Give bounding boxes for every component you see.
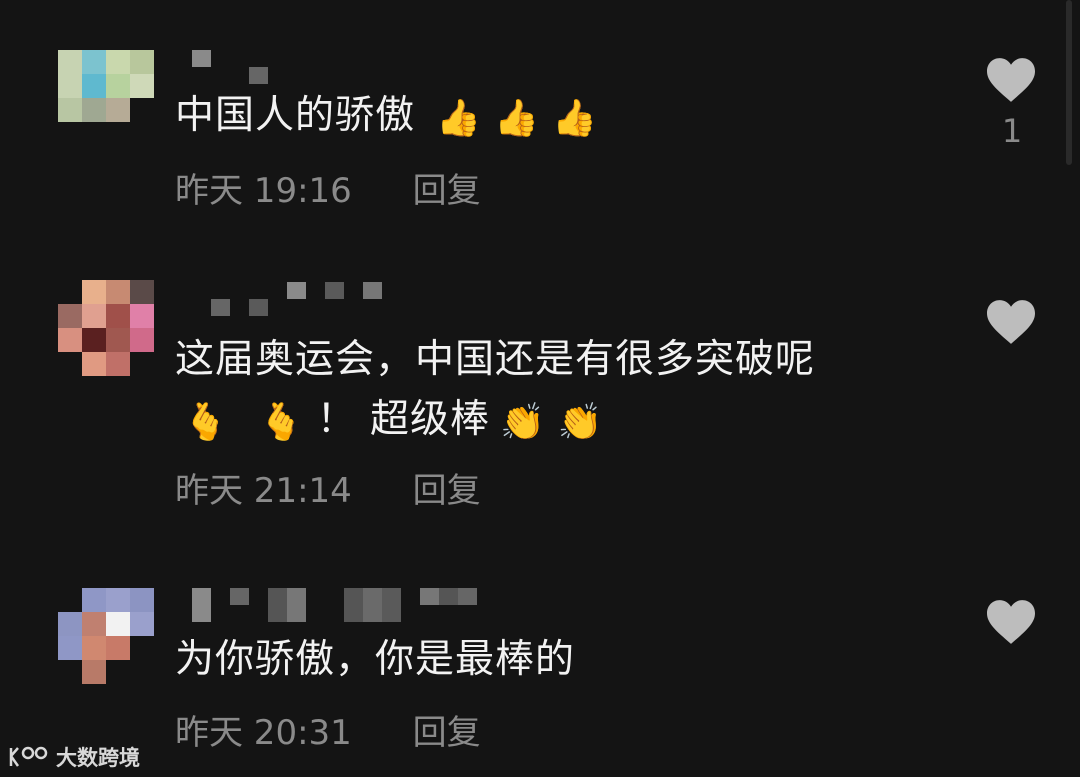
- finger-heart-emoji: 🫰: [258, 402, 305, 443]
- comment-time: 昨天 21:14: [175, 471, 352, 511]
- avatar[interactable]: [58, 588, 154, 684]
- thumbs-up-emoji: 👍: [552, 98, 598, 139]
- comment-meta: 昨天 20:31 回复: [175, 705, 481, 754]
- comment-text-line1: 这届奥运会，中国还是有很多突破呢: [175, 337, 816, 382]
- finger-heart-emoji: 🫰: [183, 402, 229, 443]
- watermark: 大数跨境: [8, 740, 140, 774]
- clapping-emoji: 👏: [500, 402, 546, 443]
- brand-logo-icon: [9, 746, 48, 767]
- comment-time: 昨天 20:31: [175, 713, 352, 753]
- reply-button[interactable]: 回复: [413, 713, 481, 753]
- thumbs-up-emoji: 👍: [436, 98, 483, 139]
- comment-text-body: 中国人的骄傲: [175, 93, 416, 138]
- comment-text-line2: ！ 超级棒: [316, 397, 491, 442]
- comment-meta: 昨天 19:16 回复: [175, 163, 481, 212]
- comment-text-body: 为你骄傲，你是最棒的: [175, 637, 576, 682]
- comment-text: 中国人的骄傲 👍 👍 👍: [175, 86, 955, 149]
- username[interactable]: [192, 588, 477, 622]
- comment-text: 为你骄傲，你是最棒的: [175, 630, 955, 690]
- thumbs-up-emoji: 👍: [494, 98, 541, 139]
- scrollbar[interactable]: [1066, 0, 1072, 165]
- heart-icon[interactable]: [984, 298, 1038, 346]
- heart-icon[interactable]: [984, 598, 1038, 646]
- like-count: 1: [1001, 112, 1023, 150]
- username[interactable]: [192, 282, 382, 316]
- avatar[interactable]: [58, 50, 154, 146]
- comment-time: 昨天 19:16: [175, 171, 352, 211]
- heart-icon[interactable]: [984, 56, 1038, 104]
- watermark-text: 大数跨境: [56, 746, 140, 770]
- username[interactable]: [192, 50, 268, 84]
- comment-text: 这届奥运会，中国还是有很多突破呢 🫰 🫰！ 超级棒 👏 👏: [175, 330, 955, 453]
- clapping-emoji: 👏: [557, 402, 604, 443]
- comment-meta: 昨天 21:14 回复: [175, 463, 481, 512]
- avatar[interactable]: [58, 280, 154, 376]
- reply-button[interactable]: 回复: [413, 471, 481, 511]
- reply-button[interactable]: 回复: [413, 171, 481, 211]
